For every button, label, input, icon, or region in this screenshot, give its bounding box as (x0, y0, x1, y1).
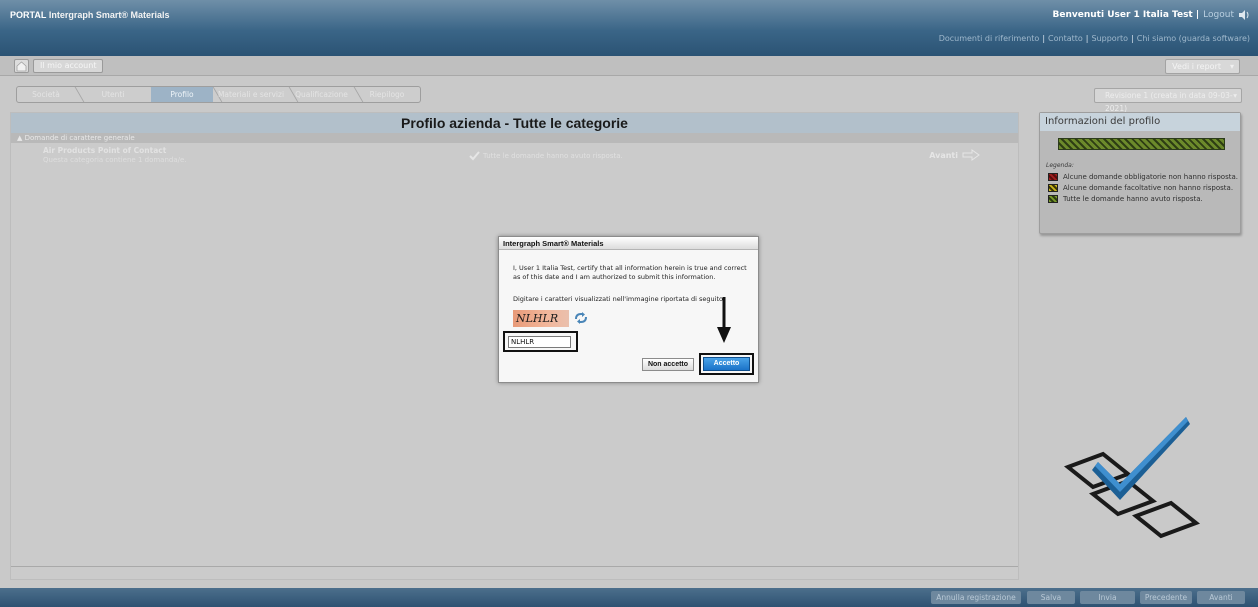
arrow-down-icon (717, 297, 731, 343)
main-divider (11, 566, 1018, 567)
legend-swatch-green (1048, 195, 1058, 203)
chevron-down-icon: ▾ (1233, 91, 1237, 100)
decline-button[interactable]: Non accetto (642, 358, 694, 371)
logout-link[interactable]: Logout (1203, 10, 1234, 20)
certification-dialog: Intergraph Smart® Materials I, User 1 It… (498, 236, 759, 383)
question-title: Air Products Point of Contact (43, 146, 167, 155)
captcha-prompt: Digitare i caratteri visualizzati nell'i… (513, 295, 725, 303)
profile-info-title: Informazioni del profilo (1040, 113, 1240, 131)
step-company[interactable]: Società (17, 87, 75, 102)
view-reports-button[interactable]: Vedi i report ▾ (1165, 59, 1240, 74)
legend-text: Tutte le domande hanno avuto risposta. (1063, 195, 1203, 203)
dialog-title: Intergraph Smart® Materials (499, 237, 758, 250)
collapse-icon: ▲ (17, 134, 25, 142)
next-button[interactable]: Avanti (1197, 591, 1245, 604)
link-support[interactable]: Supporto (1092, 34, 1129, 43)
legend-item-mandatory: Alcune domande obbligatorie non hanno ri… (1048, 173, 1238, 181)
profile-info-panel: Informazioni del profilo Legenda: Alcune… (1039, 112, 1241, 234)
checkmark-icon (469, 151, 480, 161)
step-profile[interactable]: Profilo (151, 87, 213, 102)
toolbar: Il mio account Vedi i report ▾ (0, 56, 1258, 76)
legend-swatch-yellow (1048, 184, 1058, 192)
save-button[interactable]: Salva (1027, 591, 1075, 604)
revision-select[interactable]: Revisione 1 (creata in data 09-03-2021) … (1094, 88, 1242, 113)
welcome-text: Benvenuti User 1 Italia Test | (1052, 10, 1200, 20)
question-subtitle: Questa categoria contiene 1 domanda/e. (43, 156, 187, 164)
legend-title: Legenda: (1046, 162, 1074, 169)
brand: PORTAL Intergraph Smart® Materials (10, 10, 170, 20)
chevron-down-icon: ▾ (1229, 62, 1234, 71)
section-title: Domande di carattere generale (24, 134, 135, 142)
view-reports-label: Vedi i report (1172, 62, 1221, 71)
question-status-text: Tutte le domande hanno avuto risposta. (483, 152, 623, 160)
home-button[interactable] (14, 59, 29, 73)
checklist-graphic-icon (1063, 417, 1201, 539)
question-row[interactable]: Air Products Point of Contact Questa cat… (11, 143, 1018, 173)
cancel-registration-button[interactable]: Annulla registrazione (931, 591, 1021, 604)
accept-button[interactable]: Accetto (703, 357, 750, 371)
link-documents[interactable]: Documenti di riferimento (939, 34, 1040, 43)
wizard-steps: Società Utenti Profilo Materiali e servi… (16, 86, 421, 103)
profile-status-bar (1058, 138, 1225, 150)
app-name: Intergraph Smart® Materials (48, 10, 170, 20)
step-qualification[interactable]: Qualificazione (289, 87, 354, 102)
legend-item-optional: Alcune domande facoltative non hanno ris… (1048, 184, 1233, 192)
section-header[interactable]: ▲ Domande di carattere generale (11, 133, 1018, 143)
bottom-bar: Annulla registrazione Salva Invia Preced… (0, 588, 1258, 607)
legend-text: Alcune domande facoltative non hanno ris… (1063, 184, 1234, 192)
submit-button[interactable]: Invia (1080, 591, 1135, 604)
question-next-link[interactable]: Avanti (929, 149, 980, 161)
certify-text: I, User 1 Italia Test, certify that all … (513, 264, 747, 281)
welcome-area: Benvenuti User 1 Italia Test | Logout (1053, 9, 1250, 21)
home-icon (16, 61, 27, 72)
legend-text: Alcune domande obbligatorie non hanno ri… (1063, 173, 1238, 181)
link-contact[interactable]: Contatto (1048, 34, 1083, 43)
arrow-right-icon (962, 149, 980, 161)
link-about[interactable]: Chi siamo (guarda software) (1137, 34, 1250, 43)
step-materials[interactable]: Materiali e servizi (213, 87, 289, 102)
top-links: Documenti di riferimento | Contatto | Suppor… (938, 34, 1250, 43)
page-title: Profilo azienda - Tutte le categorie (11, 113, 1018, 133)
captcha-image: NLHLR (513, 310, 569, 327)
portal-label: PORTAL (10, 10, 47, 20)
speaker-icon[interactable] (1238, 9, 1250, 21)
question-next-label: Avanti (929, 150, 958, 160)
accept-button-highlight: Accetto (699, 353, 754, 375)
refresh-icon[interactable] (574, 312, 588, 324)
captcha-input[interactable] (508, 336, 571, 348)
question-status: Tutte le domande hanno avuto risposta. (469, 151, 623, 161)
legend-item-complete: Tutte le domande hanno avuto risposta. (1048, 195, 1203, 203)
captcha-input-highlight (503, 331, 578, 352)
top-header: PORTAL Intergraph Smart® Materials Benve… (0, 0, 1258, 56)
step-users[interactable]: Utenti (75, 87, 151, 102)
revision-value: Revisione 1 (creata in data 09-03-2021) (1105, 91, 1233, 113)
step-summary[interactable]: Riepilogo (354, 87, 420, 102)
my-account-button[interactable]: Il mio account (33, 59, 104, 73)
legend-swatch-red (1048, 173, 1058, 181)
previous-button[interactable]: Precedente (1140, 591, 1192, 604)
